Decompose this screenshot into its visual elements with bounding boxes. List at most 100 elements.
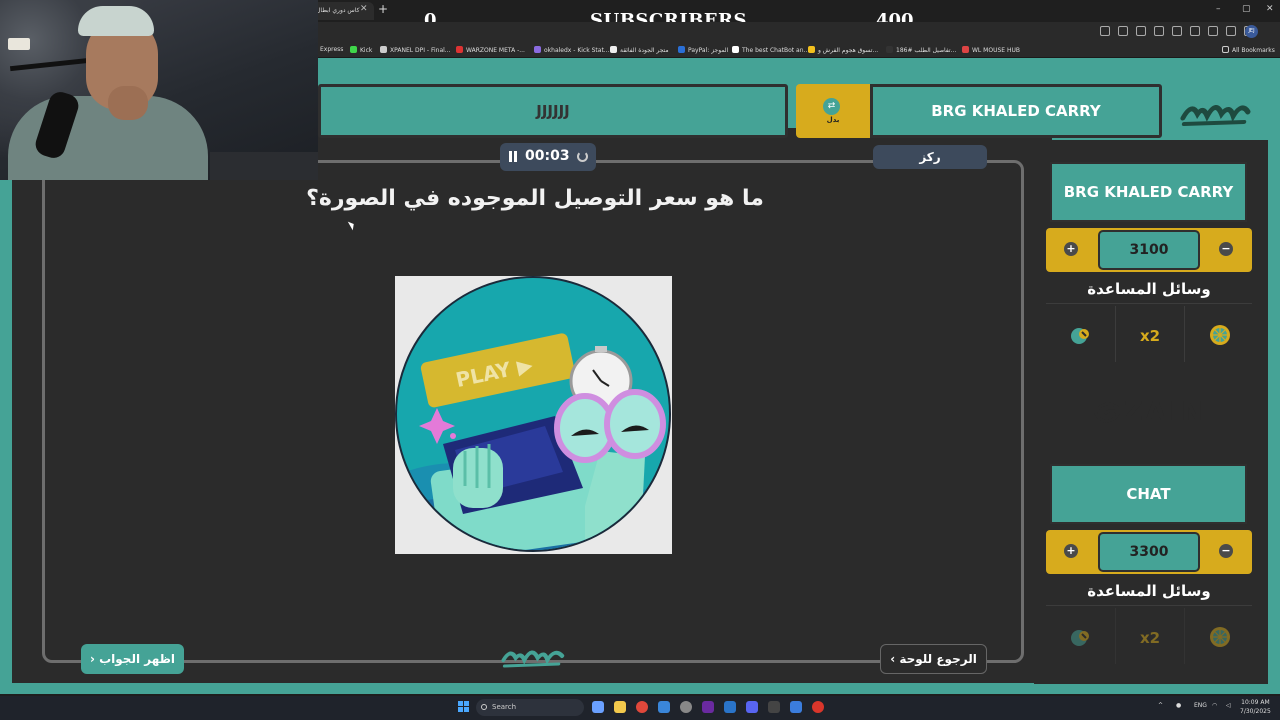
bookmark-item[interactable]: PayPal: الموجز: [678, 46, 728, 54]
footer-logo: [497, 642, 568, 672]
install-icon[interactable]: [1118, 26, 1128, 36]
bookmark-label: okhaledx - Kick Stat...: [544, 47, 610, 54]
profile-avatar[interactable]: JEJ: [1245, 25, 1258, 38]
window-close-icon[interactable]: ✕: [1266, 4, 1274, 14]
side-team-1-score-bar: + 3100 −: [1046, 228, 1252, 272]
bookmark-label: WL MOUSE HUB: [972, 47, 1020, 54]
volume-icon[interactable]: ◁: [1226, 702, 1231, 709]
file-explorer-icon[interactable]: [614, 701, 626, 713]
back-to-board-button[interactable]: الرجوع للوحة ›: [880, 644, 987, 674]
aid-wheel[interactable]: [1184, 306, 1252, 362]
side-team-2-aids: x2: [1046, 608, 1252, 664]
tray-chevron-icon[interactable]: ^: [1158, 702, 1163, 709]
zain-swirl-icon: [1094, 402, 1119, 423]
bookmark-item[interactable]: WL MOUSE HUB: [962, 46, 1020, 54]
webcam-person-hand: [108, 86, 148, 120]
decrement-icon[interactable]: −: [1219, 544, 1233, 558]
zoom-icon[interactable]: [1136, 26, 1146, 36]
warzone-icon: [456, 46, 463, 53]
bookmark-item[interactable]: WARZONE META -...: [456, 46, 525, 54]
steam-icon[interactable]: [724, 701, 736, 713]
bookmark-label: تسوق هجوم الفرش و...: [818, 47, 879, 54]
wheel-icon: [1210, 325, 1230, 345]
bookmark-label: WARZONE META -...: [466, 47, 525, 54]
bookmark-item[interactable]: تسوق هجوم الفرش و...: [808, 46, 878, 54]
shuffle-icon: ⇄: [823, 98, 840, 115]
bookmark-label: Kick: [360, 47, 373, 54]
x2-text: x2: [1140, 327, 1160, 345]
chrome-icon[interactable]: [636, 701, 648, 713]
wheel-icon: [1210, 627, 1230, 647]
obs-icon[interactable]: [680, 701, 692, 713]
app2-icon[interactable]: [790, 701, 802, 713]
bookmark-star-icon[interactable]: [1172, 26, 1182, 36]
all-bookmarks-label: All Bookmarks: [1232, 47, 1275, 54]
show-answer-label: اظهر الجواب: [99, 652, 176, 666]
bookmark-item[interactable]: Express: [320, 46, 343, 53]
bookmark-label: تفاصيل الطلب #186...: [896, 47, 957, 54]
downloads-icon[interactable]: [1208, 26, 1218, 36]
aid-call[interactable]: [1046, 306, 1114, 362]
bookmark-item[interactable]: Kick: [350, 46, 372, 54]
pause-icon[interactable]: [508, 151, 518, 162]
increment-icon[interactable]: +: [1064, 544, 1078, 558]
show-answer-button[interactable]: اظهر الجواب ‹: [81, 644, 184, 674]
discord-icon[interactable]: [746, 701, 758, 713]
taskbar-search[interactable]: Search: [476, 699, 584, 716]
translate-icon[interactable]: [1100, 26, 1110, 36]
bookmark-item[interactable]: XPANEL DPI - Final...: [380, 46, 451, 54]
minimize-icon[interactable]: –: [1216, 4, 1221, 14]
bookmark-item[interactable]: okhaledx - Kick Stat...: [534, 46, 610, 54]
footer-logo-mark: [501, 650, 565, 668]
aid-double[interactable]: x2: [1115, 306, 1183, 362]
side-team-1-score[interactable]: 3100: [1098, 230, 1200, 270]
copilot-icon[interactable]: [592, 701, 604, 713]
aid-call[interactable]: [1046, 608, 1114, 664]
tab-close-icon[interactable]: ✕: [360, 4, 368, 14]
windows-start-icon[interactable]: [458, 701, 470, 713]
side-team-2-score-bar: + 3300 −: [1046, 530, 1252, 574]
maximize-icon[interactable]: ▢: [1242, 4, 1251, 14]
side-team-1-aids: x2: [1046, 306, 1252, 362]
bookmark-item[interactable]: The best ChatBot an...: [732, 46, 809, 54]
extensions-puzzle-icon[interactable]: [1226, 26, 1236, 36]
swap-label: بدل: [826, 116, 840, 124]
timer-value: 00:03: [525, 148, 570, 164]
mic-tray-icon[interactable]: ●: [1176, 702, 1181, 709]
language-indicator[interactable]: ENG: [1194, 702, 1207, 709]
xpanel-icon: [380, 46, 387, 53]
all-bookmarks[interactable]: All Bookmarks: [1222, 46, 1275, 54]
kickstats-icon: [534, 46, 541, 53]
timer: 00:03: [500, 143, 596, 171]
share-icon[interactable]: [1154, 26, 1164, 36]
extension-icon[interactable]: [1190, 26, 1200, 36]
new-tab-icon[interactable]: +: [378, 2, 388, 16]
swap-button[interactable]: ⇄ بدل: [796, 84, 870, 138]
focus-tab[interactable]: ركز: [873, 145, 987, 169]
store-icon: [610, 46, 617, 53]
system-clock[interactable]: 10:09 AM 7/30/2025: [1240, 698, 1271, 716]
wifi-icon[interactable]: ◠: [1212, 702, 1217, 709]
decrement-icon[interactable]: −: [1219, 242, 1233, 256]
x2-text: x2: [1140, 629, 1160, 647]
app3-icon[interactable]: [812, 701, 824, 713]
aid-wheel[interactable]: [1184, 608, 1252, 664]
xbox-icon[interactable]: [768, 701, 780, 713]
bookmark-item[interactable]: تفاصيل الطلب #186...: [886, 46, 956, 54]
chevron-right-icon: ›: [890, 652, 896, 666]
browser-tab-title: كاس دوري ابطال: [316, 7, 360, 14]
back-to-board-label: الرجوع للوحة: [899, 652, 977, 666]
binoculars-illustration: PLAY ▶: [395, 276, 671, 552]
phone-hand-icon: [1071, 328, 1089, 344]
search-icon: [481, 704, 487, 710]
bookmark-item[interactable]: متجر الجودة الفائقة: [610, 46, 669, 54]
reset-icon[interactable]: [577, 151, 588, 162]
side-team-2-name: CHAT: [1050, 464, 1247, 524]
increment-icon[interactable]: +: [1064, 242, 1078, 256]
bookmark-label: PayPal: الموجز: [688, 47, 729, 54]
side-team-2-score[interactable]: 3300: [1098, 532, 1200, 572]
paypal-icon: [678, 46, 685, 53]
kick-app-icon[interactable]: [702, 701, 714, 713]
app-icon[interactable]: [658, 701, 670, 713]
aid-double[interactable]: x2: [1115, 608, 1183, 664]
